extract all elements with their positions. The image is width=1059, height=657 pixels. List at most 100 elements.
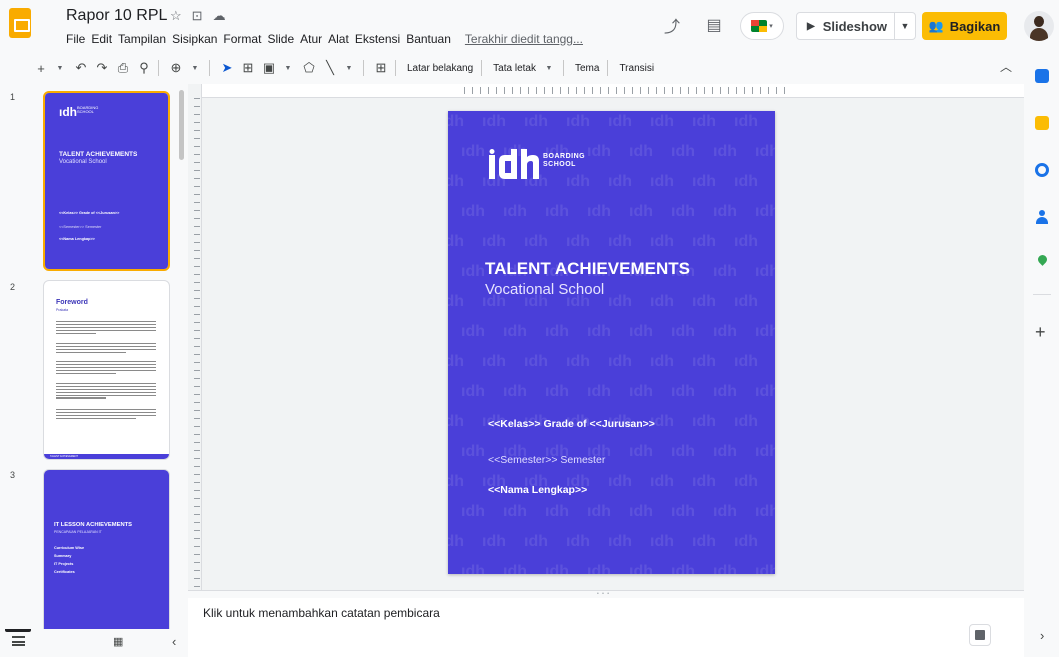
- menu-insert[interactable]: Sisipkan: [172, 31, 217, 47]
- redo-icon[interactable]: ↷: [93, 57, 111, 79]
- last-edit-link[interactable]: Terakhir diedit tangg...: [465, 31, 583, 47]
- menu-format[interactable]: Format: [223, 31, 261, 47]
- get-addons-icon[interactable]: +: [1035, 322, 1046, 343]
- pattern-logo-mark: ıdh: [608, 533, 632, 550]
- current-slide[interactable]: ıdh ıdh ıdh ıdh ıdh ıdh ıdh ıdh ıdh ıdh ıdh ıdh ıdh ı…: [448, 111, 775, 574]
- semester-placeholder-text[interactable]: <<Semester>> Semester: [488, 454, 605, 466]
- menu-slide[interactable]: Slide: [267, 31, 294, 47]
- shape-icon[interactable]: ⬠: [300, 57, 318, 79]
- grid-view-icon[interactable]: ▦: [113, 635, 123, 648]
- new-slide-icon[interactable]: +: [32, 57, 50, 79]
- document-title[interactable]: Rapor 10 RPL: [66, 7, 167, 25]
- transition-button[interactable]: Transisi: [616, 57, 657, 79]
- collapse-menus-icon[interactable]: ︿: [1000, 58, 1012, 75]
- share-button[interactable]: 👥 Bagikan: [922, 12, 1007, 40]
- thumbnail-paragraph: [56, 409, 156, 421]
- pattern-logo-mark: ıdh: [692, 413, 716, 430]
- pattern-logo-mark: ıdh: [713, 143, 737, 160]
- pattern-logo-mark: ıdh: [650, 293, 674, 310]
- new-slide-caret-icon[interactable]: ▼: [51, 57, 69, 79]
- pattern-logo-mark: ıdh: [587, 143, 611, 160]
- slide-thumbnail-3[interactable]: IT LESSON ACHIEVEMENTS PENCAPAIAN PELAJA…: [43, 469, 170, 629]
- menu-arrange[interactable]: Atur: [300, 31, 322, 47]
- maps-icon[interactable]: [1035, 253, 1049, 269]
- filmstrip-view-icon[interactable]: [12, 636, 25, 647]
- filmstrip-footer: ▦ ‹: [0, 629, 188, 657]
- slideshow-button[interactable]: ▶ Slideshow: [797, 13, 895, 39]
- filmstrip-view-indicator: [5, 629, 31, 632]
- layout-caret-icon[interactable]: ▼: [540, 57, 558, 79]
- menu-tools[interactable]: Alat: [328, 31, 349, 47]
- pattern-logo-mark: ıdh: [629, 203, 653, 220]
- class-placeholder-text[interactable]: <<Kelas>> Grade of <<Jurusan>>: [488, 418, 655, 430]
- meet-button[interactable]: ▾: [740, 12, 784, 40]
- pattern-logo-mark: ıdh: [713, 563, 737, 574]
- background-button[interactable]: Latar belakang: [404, 57, 476, 79]
- menu-file[interactable]: File: [66, 31, 85, 47]
- zoom-icon[interactable]: ⊕: [167, 57, 185, 79]
- calendar-icon[interactable]: [1035, 69, 1049, 83]
- speaker-notes-placeholder[interactable]: Klik untuk menambahkan catatan pembicara: [203, 606, 440, 620]
- comments-icon[interactable]: ▤: [700, 11, 728, 39]
- pattern-logo-mark: ıdh: [650, 533, 674, 550]
- text-box-icon[interactable]: ⊞: [239, 57, 257, 79]
- insert-comment-icon[interactable]: ⊞: [372, 57, 390, 79]
- slides-logo-icon[interactable]: [9, 8, 31, 38]
- slide-thumbnail-1[interactable]: ıdh BOARDING SCHOOL TALENT ACHIEVEMENTS …: [43, 91, 170, 271]
- thumbnail-subtitle: PENCAPAIAN PELAJARAN IT: [54, 530, 102, 534]
- menu-view[interactable]: Tampilan: [118, 31, 166, 47]
- thumbnail-footer-text: TALENT ACHIEVEMENT: [50, 455, 78, 458]
- pattern-logo-mark: ıdh: [608, 293, 632, 310]
- toolbar-divider: [562, 60, 564, 76]
- thumbnail-line: <<Nama Lengkap>>: [59, 237, 95, 241]
- image-icon[interactable]: ▣: [260, 57, 278, 79]
- print-icon[interactable]: ⎙: [114, 57, 132, 79]
- slide-thumbnail-2[interactable]: Foreword Prakata TALENT ACHIEVEMENT: [43, 280, 170, 460]
- theme-button[interactable]: Tema: [572, 57, 602, 79]
- star-icon[interactable]: ☆: [170, 8, 182, 24]
- slideshow-dropdown-icon[interactable]: ▼: [895, 21, 915, 31]
- pattern-logo-mark: ıdh: [566, 353, 590, 370]
- explore-button[interactable]: [969, 624, 991, 646]
- menu-extensions[interactable]: Ekstensi: [355, 31, 400, 47]
- keep-icon[interactable]: [1035, 116, 1049, 130]
- menu-edit[interactable]: Edit: [91, 31, 112, 47]
- slide-title[interactable]: TALENT ACHIEVEMENTS: [485, 259, 690, 279]
- activity-trend-icon[interactable]: ⤴: [658, 11, 686, 39]
- select-cursor-icon[interactable]: ➤: [218, 57, 236, 79]
- thumbnail-line: <<Kelas>> Grade of <<Jurusan>>: [59, 211, 120, 215]
- thumbnail-subtitle: Prakata: [56, 308, 69, 312]
- filmstrip-scrollbar[interactable]: [179, 90, 184, 160]
- cloud-status-icon[interactable]: ☁: [213, 8, 226, 24]
- contacts-icon[interactable]: [1035, 210, 1049, 224]
- pattern-logo-mark: ıdh: [587, 503, 611, 520]
- vertical-ruler: [188, 84, 202, 590]
- image-caret-icon[interactable]: ▼: [279, 57, 297, 79]
- line-caret-icon[interactable]: ▼: [340, 57, 358, 79]
- zoom-caret-icon[interactable]: ▼: [186, 57, 204, 79]
- people-icon: 👥: [928, 19, 944, 33]
- layout-button[interactable]: Tata letak: [490, 57, 539, 79]
- pattern-logo-mark: ıdh: [587, 383, 611, 400]
- speaker-notes[interactable]: Klik untuk menambahkan catatan pembicara: [188, 598, 1024, 657]
- move-folder-icon[interactable]: ⊡: [192, 8, 203, 24]
- undo-icon[interactable]: ↶: [72, 57, 90, 79]
- slideshow-button-group: ▶ Slideshow ▼: [796, 12, 916, 40]
- avatar[interactable]: [1024, 11, 1054, 41]
- notes-resize-handle[interactable]: • • •: [188, 590, 1024, 598]
- expand-side-panel-icon[interactable]: ›: [1040, 628, 1044, 643]
- pattern-logo-mark: ıdh: [755, 503, 775, 520]
- line-icon[interactable]: ╲: [321, 57, 339, 79]
- slide-subtitle[interactable]: Vocational School: [485, 281, 604, 298]
- tasks-icon[interactable]: [1035, 163, 1049, 177]
- collapse-filmstrip-icon[interactable]: ‹: [172, 634, 176, 649]
- pattern-logo-mark: ıdh: [650, 233, 674, 250]
- pattern-logo-mark: ıdh: [713, 263, 737, 280]
- thumbnail-paragraph: [56, 343, 156, 355]
- menu-help[interactable]: Bantuan: [406, 31, 451, 47]
- pattern-logo-mark: ıdh: [671, 503, 695, 520]
- paint-format-icon[interactable]: ⚲: [135, 57, 153, 79]
- pattern-logo-mark: ıdh: [650, 353, 674, 370]
- full-name-placeholder-text[interactable]: <<Nama Lengkap>>: [488, 484, 587, 496]
- pattern-logo-mark: ıdh: [671, 443, 695, 460]
